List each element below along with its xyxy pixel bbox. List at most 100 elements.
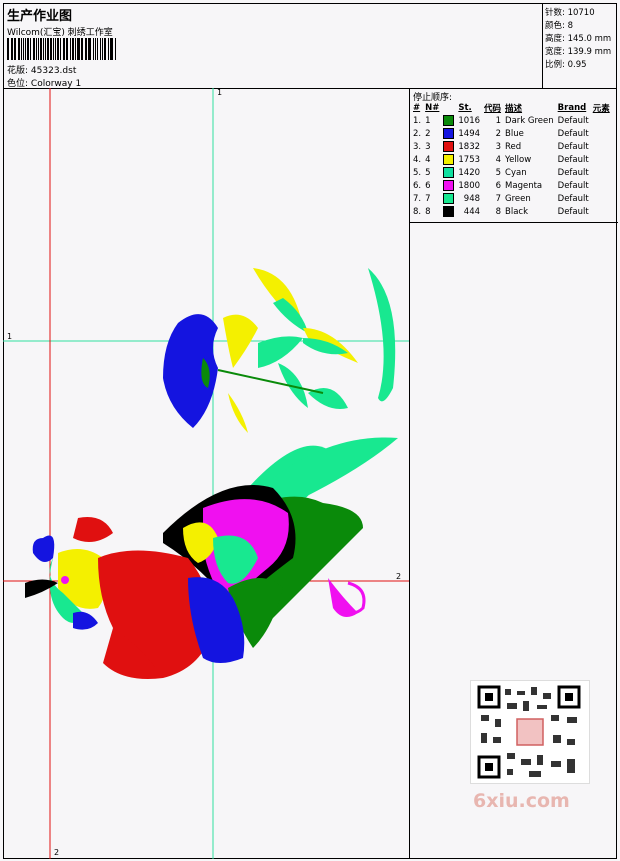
barcode-bar [87, 38, 89, 60]
cell-desc: Magenta [505, 180, 543, 191]
col-swatch [441, 101, 456, 114]
axis-label-v2: 2 [54, 848, 60, 857]
stat-scale: 比例: 0.95 [545, 60, 587, 70]
color-swatch-cell [441, 166, 456, 179]
page-title: 生产作业图 [7, 9, 73, 24]
barcode-bar [20, 38, 22, 60]
barcode-bar [93, 38, 94, 60]
table-row: 7. 7 948 7 Green Default [411, 192, 612, 205]
barcode-bar [82, 38, 84, 60]
pattern-value: 45323.dst [30, 66, 77, 76]
cell-desc: Cyan [505, 167, 527, 178]
barcode-bar [32, 38, 35, 60]
cell-st: 1016 [458, 115, 481, 126]
cell-element [591, 114, 612, 127]
table-row: 5. 5 1420 5 Cyan Default [411, 166, 612, 179]
table-row: 6. 6 1800 6 Magenta Default [411, 179, 612, 192]
cell-st: 444 [463, 206, 481, 217]
color-swatch-cell [441, 127, 456, 140]
barcode-bar [101, 38, 103, 60]
barcode-bar [37, 38, 39, 60]
cell-st: 1832 [458, 141, 481, 152]
stat-height: 高度: 145.0 mm [545, 34, 612, 44]
cell-n: 4 [425, 154, 431, 165]
barcode-bar [17, 38, 20, 60]
barcode-bar [72, 38, 74, 60]
barcode-bar [29, 38, 31, 60]
header: 生产作业图 Wilcom(汇宝) 刺绣工作室 花版: 45323.dst 色位:… [3, 3, 617, 89]
cell-st: 1420 [458, 167, 481, 178]
cell-n: 5 [425, 167, 431, 178]
barcode-bar [80, 38, 82, 60]
color-swatch [443, 193, 455, 204]
cell-desc: Blue [505, 128, 524, 139]
cell-code: 5 [495, 167, 502, 178]
color-swatch [443, 115, 455, 126]
col-element: 元素 [592, 103, 610, 114]
table-row: 2. 2 1494 2 Blue Default [411, 127, 612, 140]
cell-element [591, 192, 612, 205]
barcode-bar [47, 38, 50, 60]
cell-code: 6 [495, 180, 502, 191]
pattern-label: 花版: [7, 66, 29, 76]
barcode-bar [27, 38, 29, 60]
panel-divider [409, 222, 410, 859]
table-row: 4. 4 1753 4 Yellow Default [411, 153, 612, 166]
axis-label-h2: 2 [396, 572, 402, 581]
cell-idx: 1. [413, 115, 422, 126]
cell-code: 4 [495, 154, 502, 165]
table-row: 1. 1 1016 1 Dark Green Default [411, 114, 612, 127]
cell-st: 948 [463, 193, 481, 204]
cell-desc: Black [505, 206, 529, 217]
barcode-bar [111, 38, 114, 60]
barcode-bar [22, 38, 24, 60]
cell-brand: Default [557, 193, 589, 204]
color-swatch-cell [441, 205, 456, 218]
barcode-bar [94, 38, 96, 60]
barcode-bar [89, 38, 92, 60]
stop-sequence-panel: 停止顺序: # N# St. 代码 描述 Brand 元素 1. 1 1016 1 Da… [409, 88, 618, 223]
cell-idx: 3. [413, 141, 422, 152]
barcode-bar [96, 38, 99, 60]
cell-code: 2 [495, 128, 502, 139]
table-row: 8. 8 444 8 Black Default [411, 205, 612, 218]
barcode-bar [77, 38, 80, 60]
table-header-row: # N# St. 代码 描述 Brand 元素 [411, 101, 612, 114]
barcode-bar [44, 38, 46, 60]
barcode-bar [25, 38, 27, 60]
color-swatch-cell [441, 114, 456, 127]
barcode-bar [7, 38, 9, 60]
barcode [7, 38, 117, 60]
cell-brand: Default [557, 167, 589, 178]
color-swatch-cell [441, 153, 456, 166]
axis-label-h1: 1 [7, 332, 13, 341]
cell-element [591, 166, 612, 179]
cell-idx: 8. [413, 206, 422, 217]
color-swatch-cell [441, 140, 456, 153]
barcode-bar [14, 38, 16, 60]
color-swatch-cell [441, 192, 456, 205]
cell-n: 8 [425, 206, 431, 217]
embroidery-design [3, 88, 409, 859]
barcode-bar [10, 38, 12, 60]
cell-code: 8 [495, 206, 502, 217]
color-swatch [443, 206, 455, 217]
barcode-bar [100, 38, 101, 60]
tree-leaves [217, 268, 396, 433]
barcode-bar [12, 38, 14, 60]
color-swatch [443, 180, 455, 191]
cell-brand: Default [557, 180, 589, 191]
barcode-bar [74, 38, 76, 60]
barcode-bar [85, 38, 87, 60]
cell-element [591, 205, 612, 218]
color-swatch [443, 141, 455, 152]
cell-brand: Default [557, 115, 589, 126]
cell-code: 7 [495, 193, 502, 204]
pattern-row: 花版: 45323.dst [7, 63, 76, 76]
cell-n: 3 [425, 141, 431, 152]
cell-code: 3 [495, 141, 502, 152]
cell-brand: Default [557, 154, 589, 165]
cell-element [591, 140, 612, 153]
cell-element [591, 153, 612, 166]
barcode-bar [60, 38, 62, 60]
